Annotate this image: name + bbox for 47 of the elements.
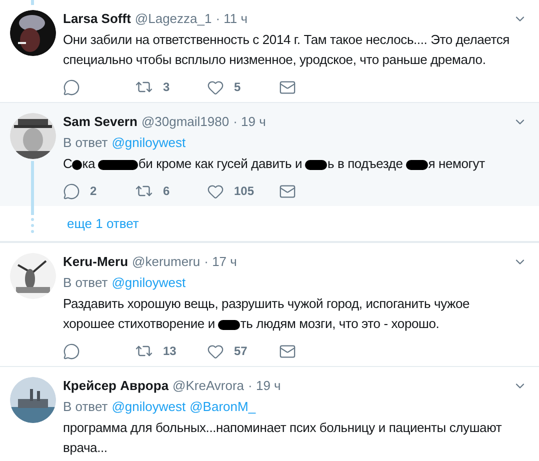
reply-label: В ответ	[63, 274, 108, 292]
thread-dots-icon	[31, 218, 34, 233]
reply-count: 2	[90, 183, 97, 200]
reply-icon[interactable]	[63, 78, 80, 96]
like-icon[interactable]	[207, 342, 224, 360]
author-handle[interactable]: @kerumeru	[132, 253, 200, 271]
like-count: 105	[234, 183, 254, 200]
retweet-count: 13	[163, 343, 176, 360]
author-name[interactable]: Sam Severn	[63, 113, 138, 131]
retweet-count: 6	[163, 183, 170, 200]
tweet-text: С ка би кроме как гусей давить и ь в подъезде я немогут	[63, 155, 486, 173]
more-replies-link[interactable]: еще 1 ответ	[67, 214, 139, 234]
thread-line	[31, 161, 34, 215]
author-name[interactable]: Larsa Sofft	[63, 10, 131, 28]
redaction-mark	[305, 160, 328, 170]
tweet-text: Они забили на ответственность с 2014 г. Там такое неслось.... Это делается специально чтобы всплыло низменное, уродское, что раньше дремало.	[63, 31, 511, 69]
retweet-count: 3	[163, 79, 170, 96]
redaction-mark	[406, 160, 428, 170]
author-handle[interactable]: @KreAvrora	[172, 377, 244, 395]
author-handle[interactable]: @30gmail1980	[141, 113, 230, 131]
reply-icon[interactable]	[63, 342, 80, 360]
message-icon[interactable]	[279, 342, 296, 360]
tweet-text: Раздавить хорошую вещь, разрушить чужой город, испоганить чужое хорошее стихотворение и ть людям мозги, что это - хорошо.	[63, 295, 471, 333]
reply-label: В ответ	[63, 134, 108, 152]
redaction-mark	[98, 160, 138, 170]
tweet-time[interactable]: · 11 ч	[216, 10, 248, 28]
tweet-time[interactable]: · 19 ч	[248, 377, 281, 395]
redaction-mark	[72, 160, 82, 170]
author-name[interactable]: Keru-Meru	[63, 253, 128, 271]
author-handle[interactable]: @Lagezza_1	[134, 10, 212, 28]
like-icon[interactable]	[207, 182, 224, 200]
message-icon[interactable]	[279, 182, 296, 200]
reply-label: В ответ	[63, 398, 108, 416]
like-count: 5	[234, 79, 241, 96]
reply-icon[interactable]	[63, 182, 80, 200]
message-icon[interactable]	[279, 78, 296, 96]
mention-link[interactable]: @BaronM_	[190, 398, 256, 416]
tweet-text: программа для больных...напоминает псих больницу и пациенты слушают врача...	[63, 419, 503, 457]
mention-link[interactable]: @gniloywest	[112, 134, 186, 152]
mention-link[interactable]: @gniloywest	[112, 274, 186, 292]
mention-link[interactable]: @gniloywest	[112, 398, 186, 416]
like-icon[interactable]	[207, 78, 224, 96]
like-count: 57	[234, 343, 248, 360]
redaction-mark	[218, 320, 240, 330]
tweet-time[interactable]: · 19 ч	[233, 113, 266, 131]
author-name[interactable]: Крейсер Аврора	[63, 377, 169, 395]
tweet-time[interactable]: · 17 ч	[204, 253, 237, 271]
